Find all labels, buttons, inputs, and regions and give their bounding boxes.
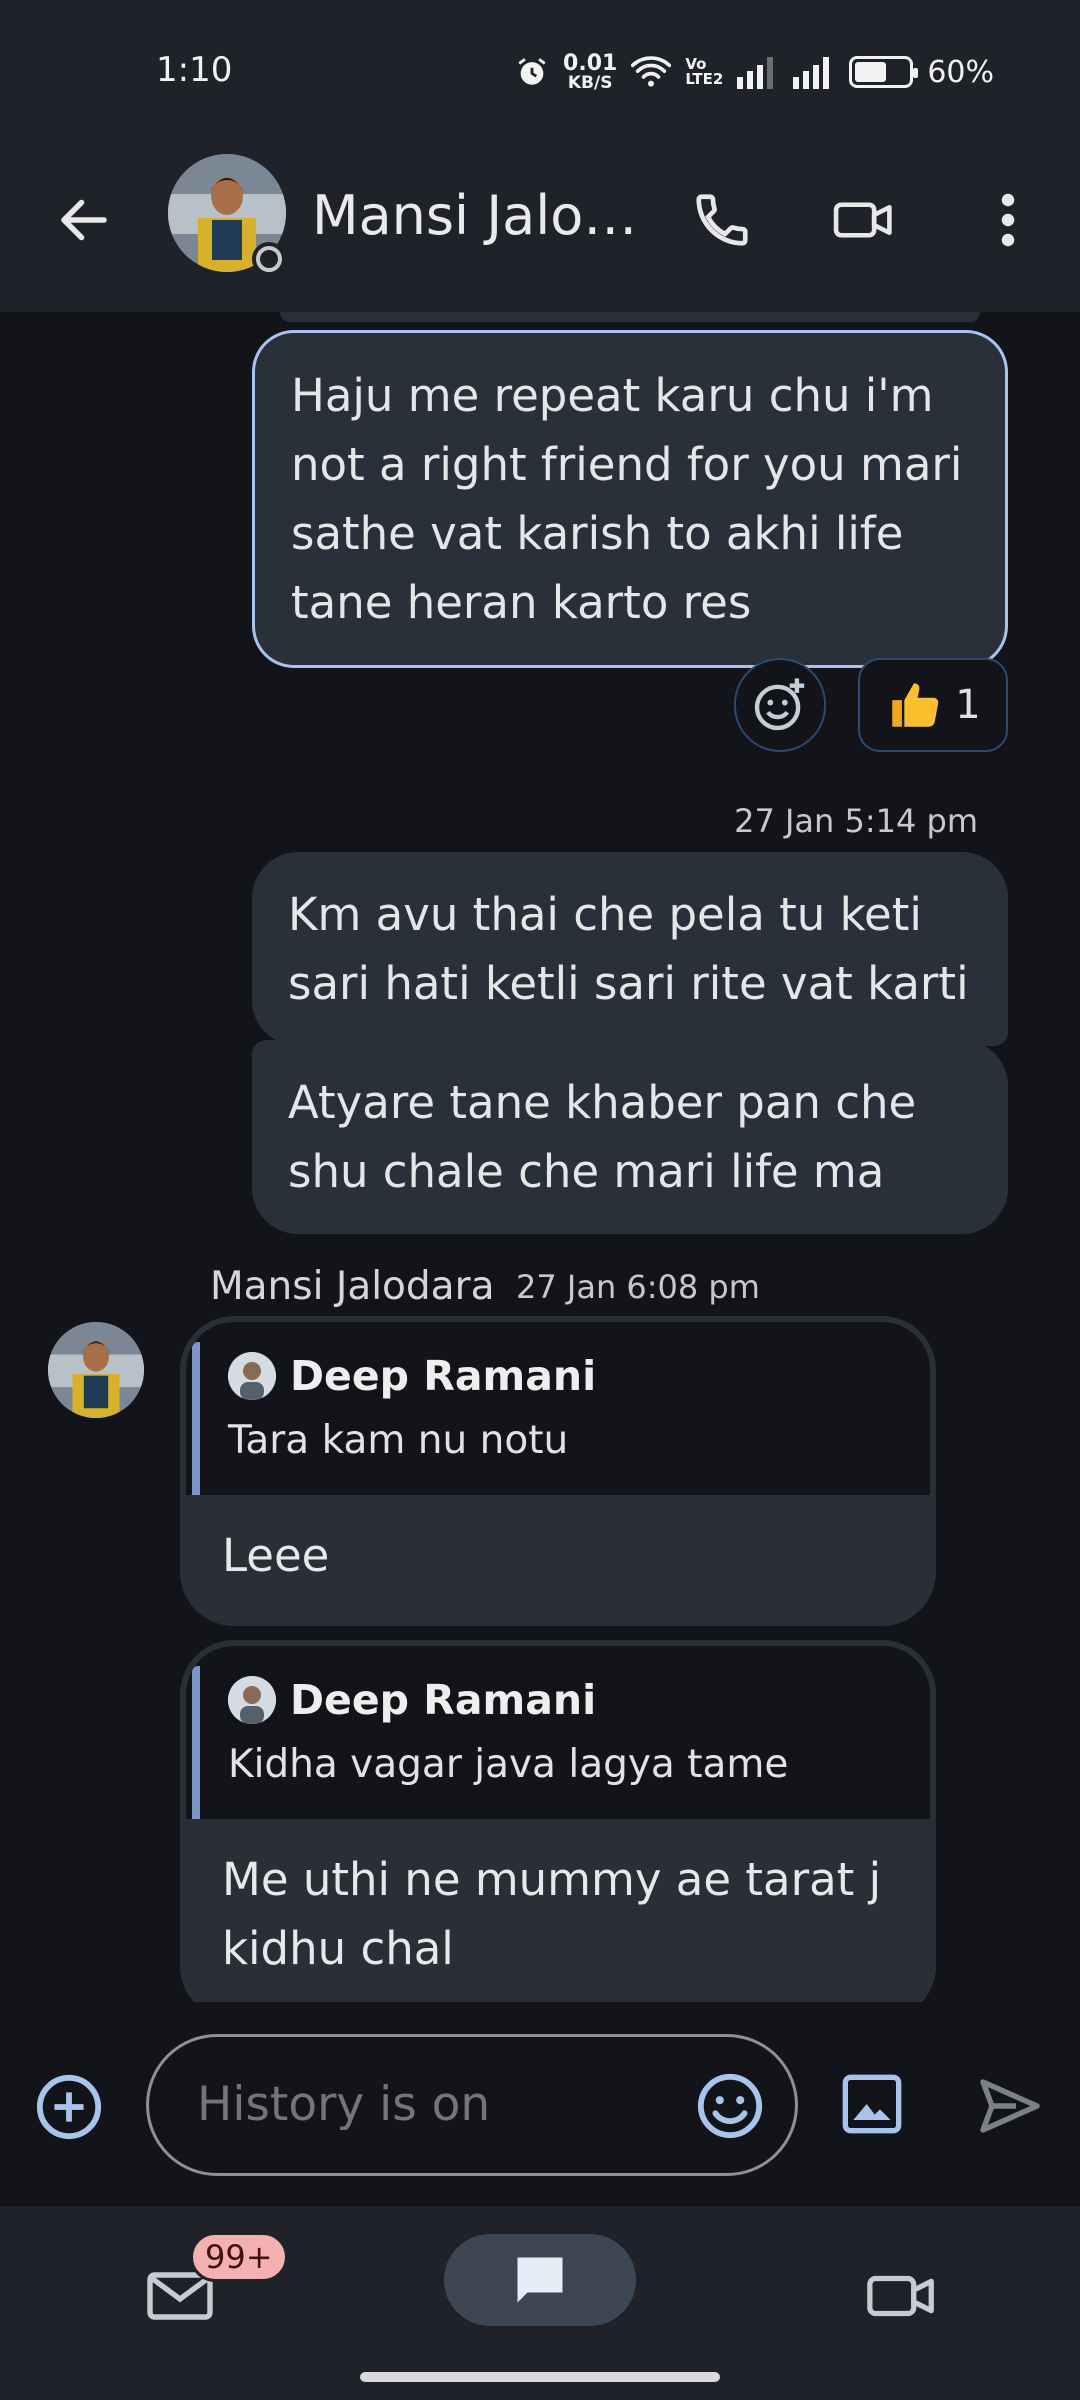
message-timestamp: 27 Jan 6:08 pm bbox=[516, 1268, 760, 1306]
outgoing-message[interactable]: Km avu thai che pela tu keti sari hati k… bbox=[252, 852, 1008, 1046]
signal-icon bbox=[737, 57, 774, 89]
message-input[interactable] bbox=[197, 2077, 677, 2132]
quoted-author: Deep Ramani bbox=[290, 1352, 597, 1400]
quoted-author: Deep Ramani bbox=[290, 1676, 597, 1724]
outgoing-message[interactable]: Atyare tane khaber pan che shu chale che… bbox=[252, 1040, 1008, 1234]
speed-value: 0.01 bbox=[563, 51, 618, 76]
outgoing-message-selected[interactable]: Haju me repeat karu chu i'm not a right … bbox=[252, 330, 1008, 668]
image-icon[interactable] bbox=[840, 2072, 904, 2136]
battery-icon bbox=[849, 56, 919, 88]
message-text: Km avu thai che pela tu keti sari hati k… bbox=[288, 888, 969, 1010]
network-speed: 0.01 KB/S bbox=[563, 51, 618, 93]
emoji-icon[interactable] bbox=[695, 2071, 765, 2141]
battery-percent: 60% bbox=[927, 54, 994, 90]
back-arrow-icon[interactable] bbox=[54, 190, 114, 250]
quoted-message[interactable]: Deep Ramani Kidha vagar java lagya tame bbox=[186, 1646, 930, 1819]
quoted-author-avatar bbox=[228, 1352, 276, 1400]
sender-name: Mansi Jalodara bbox=[210, 1264, 495, 1309]
message-text: Atyare tane khaber pan che shu chale che… bbox=[288, 1076, 917, 1198]
message-text: Me uthi ne mummy ae tarat j kidhu chal bbox=[222, 1853, 882, 1975]
incoming-reply-message[interactable]: Deep Ramani Tara kam nu notu Leee bbox=[180, 1316, 936, 1626]
video-camera-icon[interactable] bbox=[864, 2260, 940, 2332]
presence-status-icon bbox=[252, 242, 286, 276]
phone-icon bbox=[696, 194, 748, 246]
speed-unit: KB/S bbox=[567, 73, 613, 93]
message-input-container[interactable] bbox=[146, 2034, 798, 2176]
quoted-message[interactable]: Deep Ramani Tara kam nu notu bbox=[186, 1322, 930, 1495]
volte-bottom: LTE2 bbox=[685, 70, 724, 88]
alarm-icon bbox=[518, 58, 546, 85]
status-bar: 1:10 0.01 KB/S Vo LTE2 60% bbox=[0, 0, 1080, 140]
quoted-text: Tara kam nu notu bbox=[228, 1418, 569, 1463]
sender-avatar[interactable] bbox=[48, 1322, 144, 1418]
message-composer bbox=[0, 2002, 1080, 2206]
add-reaction-button[interactable] bbox=[734, 658, 826, 752]
volte-indicator: Vo LTE2 bbox=[685, 57, 723, 87]
incoming-reply-message[interactable]: Deep Ramani Kidha vagar java lagya tame … bbox=[180, 1640, 936, 2002]
voice-call-button[interactable] bbox=[680, 178, 764, 262]
chat-icon bbox=[517, 2257, 563, 2303]
status-icons: 0.01 KB/S Vo LTE2 60% bbox=[515, 50, 994, 94]
reaction-count: 1 bbox=[955, 682, 981, 728]
signal-icon bbox=[793, 57, 830, 89]
thumbs-up-emoji-icon bbox=[892, 683, 939, 727]
quoted-author-avatar bbox=[228, 1676, 276, 1724]
previous-message-edge bbox=[280, 312, 980, 322]
add-attachment-icon[interactable] bbox=[34, 2072, 104, 2142]
message-text: Haju me repeat karu chu i'm not a right … bbox=[291, 369, 963, 629]
quoted-text: Kidha vagar java lagya tame bbox=[228, 1742, 789, 1787]
wifi-icon bbox=[631, 56, 672, 87]
chat-header: Mansi Jalo… bbox=[0, 140, 1080, 312]
unread-mail-badge: 99+ bbox=[190, 2232, 288, 2282]
send-icon[interactable] bbox=[974, 2070, 1046, 2142]
thumbs-up-reaction[interactable]: 1 bbox=[858, 658, 1008, 752]
video-camera-icon bbox=[833, 202, 892, 238]
status-time: 1:10 bbox=[156, 50, 233, 90]
nav-chat-tab[interactable] bbox=[444, 2234, 636, 2326]
video-call-button[interactable] bbox=[822, 178, 906, 262]
home-indicator[interactable] bbox=[360, 2372, 720, 2382]
more-vert-icon bbox=[1001, 193, 1015, 247]
message-list[interactable]: Haju me repeat karu chu i'm not a right … bbox=[0, 312, 1080, 2002]
message-timestamp: 27 Jan 5:14 pm bbox=[734, 802, 978, 840]
more-options-button[interactable] bbox=[966, 178, 1050, 262]
message-text: Leee bbox=[222, 1529, 330, 1582]
battery-fill bbox=[855, 62, 887, 82]
add-reaction-icon bbox=[754, 678, 805, 731]
bottom-navigation: 99+ bbox=[0, 2206, 1080, 2400]
contact-name[interactable]: Mansi Jalo… bbox=[312, 184, 637, 247]
